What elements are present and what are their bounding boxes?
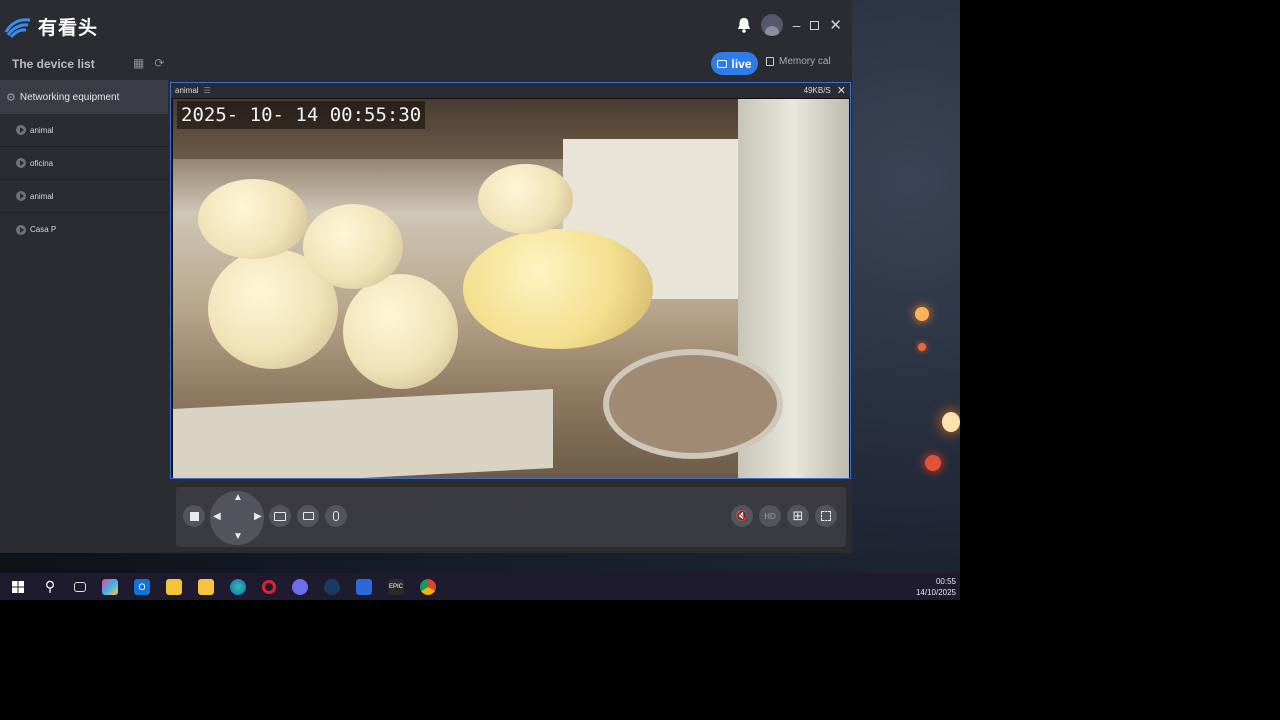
record-button[interactable] bbox=[297, 505, 319, 527]
toolbar: The device list ▦ ⟳ live Memory cal bbox=[0, 50, 852, 80]
logo-icon bbox=[4, 17, 31, 38]
device-item[interactable]: Casa P bbox=[0, 213, 168, 246]
arrow-left-icon[interactable]: ◀ bbox=[213, 511, 221, 522]
opera-icon[interactable] bbox=[262, 579, 276, 594]
snapshot-icon bbox=[274, 511, 286, 521]
chick bbox=[343, 274, 458, 389]
device-label: Casa P bbox=[30, 225, 57, 234]
hd-label: HD bbox=[764, 511, 776, 521]
close-icon[interactable]: ✕ bbox=[829, 16, 842, 34]
play-icon bbox=[16, 224, 26, 235]
app-logo: 有看头 bbox=[4, 13, 98, 40]
search-icon[interactable]: ⚲ bbox=[42, 578, 58, 595]
ptz-dpad[interactable]: ▲ ▼ ◀ ▶ bbox=[210, 491, 264, 545]
camera-feed: 2025- 10- 14 00:55:30 bbox=[173, 99, 849, 478]
edge-icon[interactable] bbox=[230, 578, 246, 595]
video-header: animal ☰ 49KB/S ✕ bbox=[171, 83, 850, 98]
memory-card-label: Memory cal bbox=[779, 56, 831, 67]
camera-app-icon[interactable] bbox=[356, 578, 372, 595]
arrow-right-icon[interactable]: ▶ bbox=[254, 511, 262, 522]
wallpaper-glow bbox=[942, 412, 960, 432]
device-item[interactable]: animal bbox=[0, 114, 168, 147]
device-label: animal bbox=[30, 125, 54, 135]
refresh-icon[interactable]: ⟳ bbox=[154, 56, 164, 70]
clock-time: 00:55 bbox=[935, 577, 956, 586]
chick bbox=[463, 229, 653, 349]
outlook-icon[interactable]: O bbox=[134, 578, 150, 595]
title-bar: 有看头 – ✕ bbox=[0, 0, 852, 50]
bitrate-readout: 49KB/S bbox=[803, 86, 831, 95]
avatar[interactable] bbox=[760, 14, 783, 36]
device-label: animal bbox=[30, 191, 54, 201]
desktop: 有看头 – ✕ The device list ▦ ⟳ live Memory … bbox=[0, 0, 960, 600]
memory-card-icon bbox=[766, 57, 774, 66]
device-list-tools: ▦ ⟳ bbox=[133, 56, 164, 70]
fullscreen-icon bbox=[821, 511, 831, 521]
live-tab[interactable]: live bbox=[711, 52, 758, 75]
feed-box bbox=[173, 389, 553, 478]
menu-icon[interactable]: ☰ bbox=[204, 86, 211, 95]
tv-icon bbox=[717, 59, 728, 68]
device-item[interactable]: animal bbox=[0, 180, 168, 213]
record-icon bbox=[302, 512, 314, 520]
bell-icon[interactable] bbox=[737, 17, 751, 33]
mute-button[interactable]: 🔇 bbox=[731, 505, 753, 527]
logo-text: 有看头 bbox=[38, 17, 99, 39]
group-networking-equipment[interactable]: ⚙ Networking equipment bbox=[0, 80, 168, 114]
camera-app-window: 有看头 – ✕ The device list ▦ ⟳ live Memory … bbox=[0, 0, 852, 553]
video-pane[interactable]: animal ☰ 49KB/S ✕ 2025- 10- 14 00:55:30 bbox=[170, 82, 851, 479]
task-view-icon[interactable] bbox=[74, 581, 86, 592]
chick bbox=[478, 164, 573, 234]
device-label: oficina bbox=[30, 158, 54, 168]
wallpaper-glow bbox=[918, 343, 926, 351]
steam-icon[interactable] bbox=[324, 578, 340, 595]
fullscreen-button[interactable] bbox=[815, 505, 837, 527]
device-item[interactable]: oficina bbox=[0, 147, 168, 180]
chrome-icon[interactable] bbox=[420, 578, 436, 595]
snapshot-button[interactable] bbox=[269, 505, 291, 527]
epic-games-icon[interactable]: EPIC bbox=[388, 578, 404, 595]
settings-gear-icon: ⚙ bbox=[6, 91, 16, 104]
hd-toggle[interactable]: HD bbox=[759, 505, 781, 527]
group-label: Networking equipment bbox=[19, 91, 120, 103]
clock-date: 14/10/2025 bbox=[915, 588, 956, 597]
channel-name: animal bbox=[175, 86, 199, 95]
grid-view-icon[interactable]: ▦ bbox=[133, 56, 144, 70]
arrow-down-icon[interactable]: ▼ bbox=[233, 531, 243, 542]
window-controls: – ✕ bbox=[737, 14, 842, 36]
close-stream-icon[interactable]: ✕ bbox=[837, 84, 846, 97]
discord-icon[interactable] bbox=[292, 578, 308, 595]
taskbar: ⚲ O EPIC 00:55 14/10/2025 bbox=[0, 573, 960, 600]
windows-start-icon[interactable] bbox=[10, 579, 26, 595]
playback-controls: ▲ ▼ ◀ ▶ 🔇 HD ⊞ bbox=[176, 487, 846, 547]
file-explorer-icon[interactable] bbox=[198, 578, 214, 595]
play-icon bbox=[16, 125, 26, 135]
mic-icon bbox=[333, 511, 339, 521]
feed-dish bbox=[603, 349, 783, 459]
grid-layout-icon: ⊞ bbox=[792, 508, 804, 523]
store-icon[interactable] bbox=[166, 578, 182, 595]
chick bbox=[198, 179, 308, 259]
wallpaper-glow bbox=[915, 307, 929, 321]
live-label: live bbox=[731, 56, 752, 71]
wallpaper-glow bbox=[925, 455, 941, 471]
device-sidebar: ⚙ Networking equipment animal oficina an… bbox=[0, 80, 168, 553]
grid-layout-button[interactable]: ⊞ bbox=[787, 505, 809, 527]
mic-button[interactable] bbox=[325, 505, 347, 527]
arrow-up-icon[interactable]: ▲ bbox=[233, 492, 243, 503]
copilot-icon[interactable] bbox=[102, 578, 118, 595]
maximize-icon[interactable] bbox=[810, 20, 820, 30]
chick bbox=[303, 204, 403, 289]
system-clock[interactable]: 00:55 14/10/2025 bbox=[916, 576, 956, 598]
stop-icon bbox=[189, 511, 199, 521]
play-icon bbox=[16, 191, 26, 201]
minimize-icon[interactable]: – bbox=[793, 17, 801, 33]
osd-timestamp: 2025- 10- 14 00:55:30 bbox=[177, 101, 426, 129]
memory-card-tab[interactable]: Memory cal bbox=[766, 56, 836, 67]
mute-icon: 🔇 bbox=[735, 510, 749, 522]
play-icon bbox=[16, 158, 26, 168]
device-list-title: The device list bbox=[12, 57, 95, 71]
stop-button[interactable] bbox=[183, 505, 205, 527]
